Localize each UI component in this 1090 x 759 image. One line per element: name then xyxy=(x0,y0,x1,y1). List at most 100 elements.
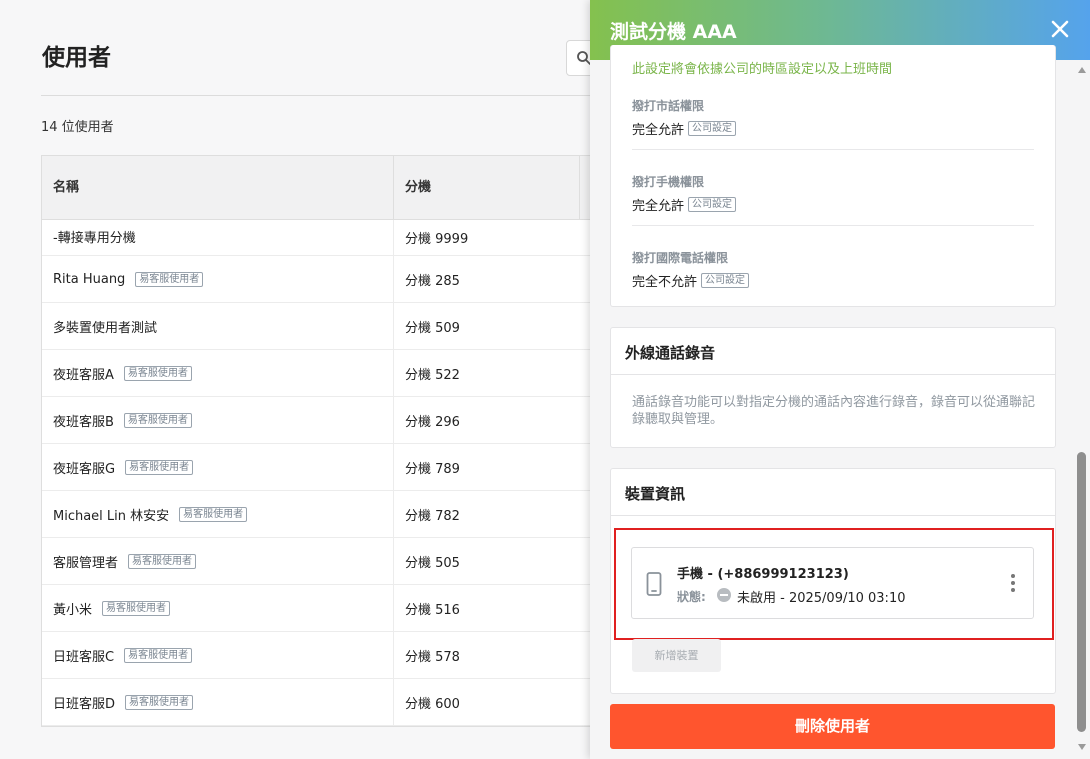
divider xyxy=(611,515,1055,516)
user-count: 14 位使用者 xyxy=(41,120,114,135)
close-icon[interactable] xyxy=(1048,17,1072,41)
user-name-cell: Michael Lin 林安安 易客服使用者 xyxy=(42,491,394,537)
permission-value-text: 完全不允許 xyxy=(632,275,698,290)
divider xyxy=(632,149,1034,150)
permission-label-international: 撥打國際電話權限 xyxy=(632,251,729,265)
scroll-up-arrow-icon[interactable] xyxy=(1078,67,1086,73)
extension-cell: 分機 516 xyxy=(405,602,460,618)
user-name: 日班客服C xyxy=(53,649,115,665)
extension-cell: 分機 9999 xyxy=(405,232,469,247)
user-name-cell: Rita Huang 易客服使用者 xyxy=(42,256,394,302)
extension-cell: 分機 296 xyxy=(405,414,460,430)
add-device-button[interactable]: 新增裝置 xyxy=(632,639,721,672)
table-row[interactable]: 日班客服D 易客服使用者 分機 600 xyxy=(42,679,600,726)
user-name-cell: 黃小米 易客服使用者 xyxy=(42,585,394,631)
user-type-badge: 易客服使用者 xyxy=(128,553,197,569)
extension-cell: 分機 578 xyxy=(405,649,460,665)
table-row[interactable]: 黃小米 易客服使用者 分機 516 xyxy=(42,585,600,632)
table-row[interactable]: Michael Lin 林安安 易客服使用者 分機 782 xyxy=(42,491,600,538)
table-row[interactable]: 客服管理者 易客服使用者 分機 505 xyxy=(42,538,600,585)
recording-title: 外線通話錄音 xyxy=(625,344,716,362)
permission-value-mobile: 完全允許 公司設定 xyxy=(632,195,737,214)
user-name-cell: 夜班客服B 易客服使用者 xyxy=(42,397,394,443)
user-name-cell: 日班客服D 易客服使用者 xyxy=(42,679,394,725)
table-row[interactable]: 夜班客服B 易客服使用者 分機 296 xyxy=(42,397,600,444)
user-name: 客服管理者 xyxy=(53,555,119,571)
user-name-cell: 多裝置使用者測試 xyxy=(42,303,394,349)
user-type-badge: 易客服使用者 xyxy=(135,271,204,287)
table-row[interactable]: 多裝置使用者測試 分機 509 xyxy=(42,303,600,350)
table-body: -轉接專用分機 分機 9999 Rita Huang 易客服使用者 分機 285 多裝置使… xyxy=(42,220,600,726)
permission-label-landline: 撥打市話權限 xyxy=(632,99,705,113)
user-name-cell: 客服管理者 易客服使用者 xyxy=(42,538,394,584)
user-name: 日班客服D xyxy=(53,696,116,712)
delete-user-button[interactable]: 刪除使用者 xyxy=(610,704,1055,749)
company-setting-badge: 公司設定 xyxy=(688,197,737,212)
user-name: -轉接專用分機 xyxy=(53,231,136,246)
company-setting-badge: 公司設定 xyxy=(701,273,750,288)
extension-cell: 分機 782 xyxy=(405,508,460,524)
user-name: 多裝置使用者測試 xyxy=(53,320,158,336)
permission-value-text: 完全允許 xyxy=(632,199,685,214)
user-name: 黃小米 xyxy=(53,602,93,618)
recording-description: 通話錄音功能可以對指定分機的通話內容進行錄音，錄音可以從通聯記錄聽取與管理。 xyxy=(632,395,1036,427)
user-name: 夜班客服B xyxy=(53,414,114,430)
user-name-cell: -轉接專用分機 xyxy=(42,220,394,255)
column-header-extension[interactable]: 分機 xyxy=(394,156,580,219)
device-status-label: 狀態: xyxy=(677,590,706,604)
device-info-title: 裝置資訊 xyxy=(625,485,686,503)
user-type-badge: 易客服使用者 xyxy=(179,506,248,522)
extension-cell: 分機 509 xyxy=(405,320,460,336)
extension-cell: 分機 600 xyxy=(405,696,460,712)
user-type-badge: 易客服使用者 xyxy=(123,412,192,428)
more-options-icon[interactable] xyxy=(1011,574,1015,592)
permission-label-mobile: 撥打手機權限 xyxy=(632,175,705,189)
device-info-card: 裝置資訊 手機 - (+886999123123) 狀態: 未啟用 - 2025… xyxy=(610,468,1056,694)
page-title: 使用者 xyxy=(42,45,111,71)
extension-cell: 分機 789 xyxy=(405,461,460,477)
scrollbar-thumb[interactable] xyxy=(1077,452,1086,732)
table-header: 名稱 分機 xyxy=(42,156,600,220)
user-name: Michael Lin 林安安 xyxy=(53,508,170,524)
extension-cell: 分機 505 xyxy=(405,555,460,571)
user-name: 夜班客服A xyxy=(53,367,114,383)
user-name: 夜班客服G xyxy=(53,461,116,477)
table-row[interactable]: Rita Huang 易客服使用者 分機 285 xyxy=(42,256,600,303)
user-name: Rita Huang xyxy=(53,271,126,287)
table-row[interactable]: 日班客服C 易客服使用者 分機 578 xyxy=(42,632,600,679)
table-row[interactable]: 夜班客服A 易客服使用者 分機 522 xyxy=(42,350,600,397)
setting-note: 此設定將會依據公司的時區設定以及上班時間 xyxy=(632,62,893,77)
permission-value-international: 完全不允許 公司設定 xyxy=(632,271,750,290)
phone-icon xyxy=(646,572,662,596)
company-setting-badge: 公司設定 xyxy=(688,121,737,136)
permission-value-text: 完全允許 xyxy=(632,123,685,138)
user-type-badge: 易客服使用者 xyxy=(124,647,193,663)
user-type-badge: 易客服使用者 xyxy=(125,694,194,710)
call-recording-card: 外線通話錄音 通話錄音功能可以對指定分機的通話內容進行錄音，錄音可以從通聯記錄聽… xyxy=(610,327,1056,448)
column-header-name[interactable]: 名稱 xyxy=(42,156,394,219)
divider xyxy=(632,225,1034,226)
user-type-badge: 易客服使用者 xyxy=(102,600,171,616)
user-detail-drawer: 測試分機 AAA 此設定將會依據公司的時區設定以及上班時間 撥打市話權限 完全允… xyxy=(590,0,1090,759)
device-name: 手機 - (+886999123123) xyxy=(677,567,849,582)
drawer-scrollbar[interactable] xyxy=(1074,60,1090,759)
divider xyxy=(611,374,1055,375)
user-name-cell: 日班客服C 易客服使用者 xyxy=(42,632,394,678)
page-divider xyxy=(41,95,601,96)
call-permissions-card: 此設定將會依據公司的時區設定以及上班時間 撥打市話權限 完全允許 公司設定 撥打… xyxy=(610,45,1056,307)
drawer-title: 測試分機 AAA xyxy=(610,21,737,43)
inactive-status-icon xyxy=(717,588,731,602)
table-row[interactable]: -轉接專用分機 分機 9999 xyxy=(42,220,600,256)
extension-cell: 分機 522 xyxy=(405,367,460,383)
extension-cell: 分機 285 xyxy=(405,273,460,289)
user-name-cell: 夜班客服G 易客服使用者 xyxy=(42,444,394,490)
user-name-cell: 夜班客服A 易客服使用者 xyxy=(42,350,394,396)
permission-value-landline: 完全允許 公司設定 xyxy=(632,119,737,138)
users-table: 名稱 分機 -轉接專用分機 分機 9999 Rita Huang 易客服使用者 分機 2… xyxy=(41,155,601,727)
table-row[interactable]: 夜班客服G 易客服使用者 分機 789 xyxy=(42,444,600,491)
user-type-badge: 易客服使用者 xyxy=(123,365,192,381)
user-type-badge: 易客服使用者 xyxy=(125,459,194,475)
device-status-text: 未啟用 - 2025/09/10 03:10 xyxy=(737,591,906,606)
scroll-down-arrow-icon[interactable] xyxy=(1078,744,1086,750)
device-item[interactable]: 手機 - (+886999123123) 狀態: 未啟用 - 2025/09/1… xyxy=(631,547,1034,619)
